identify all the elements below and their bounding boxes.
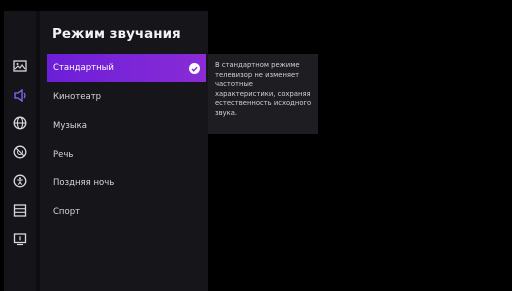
page-title: Режим звучания xyxy=(52,26,181,42)
settings-icon-rail xyxy=(4,11,36,291)
menu-item-label: Поздняя ночь xyxy=(53,178,115,188)
power-timer-icon[interactable] xyxy=(12,144,28,160)
menu-item-music[interactable]: Музыка xyxy=(47,112,206,140)
checkmark-icon xyxy=(189,63,200,74)
picture-icon[interactable] xyxy=(12,58,28,74)
menu-item-label: Кинотеатр xyxy=(53,92,102,102)
menu-item-label: Спорт xyxy=(53,207,81,217)
globe-icon[interactable] xyxy=(12,115,28,131)
menu-item-label: Речь xyxy=(53,150,74,160)
menu-item-sport[interactable]: Спорт xyxy=(47,198,206,226)
sound-mode-panel: Режим звучания Стандартный Кинотеатр Муз… xyxy=(40,11,208,291)
menu-item-cinema[interactable]: Кинотеатр xyxy=(47,83,206,111)
device-info-icon[interactable] xyxy=(12,231,28,247)
list-icon[interactable] xyxy=(12,202,28,218)
tooltip-text: В стандартном режиме телевизор не изменя… xyxy=(215,61,312,117)
accessibility-icon[interactable] xyxy=(12,173,28,189)
menu-item-label: Стандартный xyxy=(53,63,114,73)
menu-item-standard[interactable]: Стандартный xyxy=(47,54,206,82)
menu-item-late-night[interactable]: Поздняя ночь xyxy=(47,169,206,197)
menu-item-speech[interactable]: Речь xyxy=(47,141,206,169)
description-tooltip: В стандартном режиме телевизор не изменя… xyxy=(208,54,318,134)
sound-icon[interactable] xyxy=(12,87,28,103)
menu-item-label: Музыка xyxy=(53,121,87,131)
